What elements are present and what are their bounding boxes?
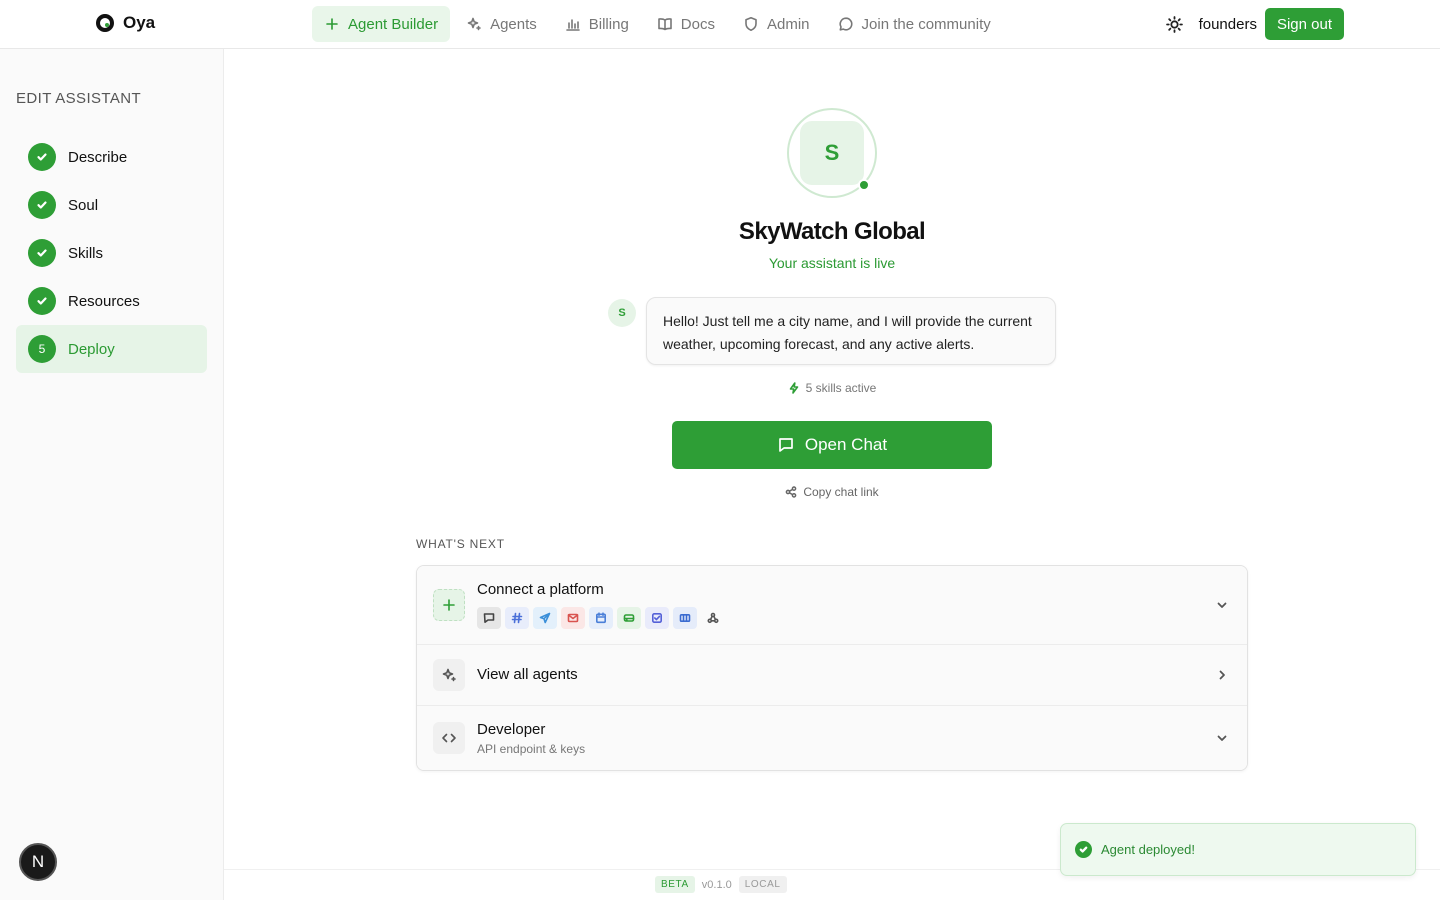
step-soul[interactable]: Soul [16, 181, 207, 229]
theme-toggle-button[interactable] [1159, 8, 1191, 40]
mail-icon[interactable] [561, 607, 585, 629]
chevron-right-icon[interactable] [1215, 668, 1229, 682]
share-icon [785, 486, 797, 498]
shield-icon [745, 17, 757, 31]
toast-notification: Agent deployed! [1060, 823, 1416, 876]
nav-agents[interactable]: Agents [454, 6, 549, 42]
agent-status: Your assistant is live [768, 255, 896, 271]
platform-icons [477, 607, 725, 629]
n-badge-button[interactable]: N [19, 843, 57, 881]
header-actions: founders Sign out [1159, 8, 1344, 40]
plus-icon [433, 589, 465, 621]
sidebar: EDIT ASSISTANT Describe Soul Skills Reso… [0, 49, 224, 900]
nav-label: Admin [766, 15, 810, 33]
connect-platform-row[interactable]: Connect a platform [417, 566, 1247, 645]
plus-icon [326, 18, 338, 30]
version-text: v0.1.0 [701, 878, 732, 891]
row-title: Developer [477, 721, 546, 738]
step-skills[interactable]: Skills [16, 229, 207, 277]
sparkles-icon [433, 659, 465, 691]
username: founders [1198, 15, 1257, 33]
check-circle-icon [1075, 841, 1092, 858]
calendar-icon[interactable] [589, 607, 613, 629]
check-icon [28, 143, 56, 171]
step-label: Describe [68, 148, 128, 166]
checkbox-icon[interactable] [645, 607, 669, 629]
check-icon [28, 191, 56, 219]
footer-badges: BETA v0.1.0 LOCAL [655, 876, 787, 893]
step-label: Skills [68, 244, 104, 262]
hash-icon[interactable] [505, 607, 529, 629]
step-number: 5 [28, 335, 56, 363]
row-title: View all agents [477, 666, 578, 683]
webhook-icon[interactable] [701, 607, 725, 629]
toast-text: Agent deployed! [1101, 842, 1195, 857]
chat-icon [779, 438, 793, 452]
code-icon [433, 722, 465, 754]
book-icon [657, 18, 672, 31]
open-chat-button[interactable]: Open Chat [672, 421, 992, 469]
live-status-dot [858, 179, 870, 191]
step-label: Deploy [68, 340, 115, 358]
check-icon [28, 239, 56, 267]
step-label: Soul [68, 196, 99, 214]
chevron-down-icon[interactable] [1215, 731, 1229, 745]
sidebar-title: EDIT ASSISTANT [16, 90, 142, 107]
drive-icon[interactable] [617, 607, 641, 629]
step-describe[interactable]: Describe [16, 133, 207, 181]
chevron-down-icon[interactable] [1215, 598, 1229, 612]
nav-docs[interactable]: Docs [645, 6, 727, 42]
skills-text: 5 skills active [805, 381, 877, 395]
chat-icon[interactable] [477, 607, 501, 629]
check-icon [28, 287, 56, 315]
nav-label: Join the community [861, 15, 991, 33]
sign-out-button[interactable]: Sign out [1264, 8, 1344, 40]
step-resources[interactable]: Resources [16, 277, 207, 325]
lightning-icon [789, 382, 798, 394]
copy-link-label: Copy chat link [803, 485, 879, 499]
view-all-agents-row[interactable]: View all agents [417, 645, 1247, 706]
nav-admin[interactable]: Admin [731, 6, 822, 42]
copy-chat-link[interactable]: Copy chat link [632, 485, 1032, 499]
sparkles-icon [467, 17, 481, 31]
row-subtitle: API endpoint & keys [477, 742, 586, 756]
open-chat-label: Open Chat [804, 435, 888, 454]
nav-label: Docs [680, 15, 715, 33]
step-list: Describe Soul Skills Resources 5 Deploy [16, 133, 207, 373]
sun-icon [1166, 15, 1183, 33]
top-navbar: Oya Agent Builder Agents Billing Docs Ad… [0, 0, 1440, 49]
send-icon[interactable] [533, 607, 557, 629]
brand[interactable]: Oya [96, 13, 155, 33]
whats-next-card: Connect a platform View all agents Devel… [416, 565, 1248, 771]
beta-badge: BETA [655, 876, 695, 893]
developer-row[interactable]: Developer API endpoint & keys [417, 706, 1247, 770]
nav-agent-builder[interactable]: Agent Builder [312, 6, 451, 42]
nav-label: Agents [490, 15, 537, 33]
ticket-icon[interactable] [673, 607, 697, 629]
step-deploy[interactable]: 5 Deploy [16, 325, 207, 373]
chat-bubble-icon [838, 17, 853, 31]
row-title: Connect a platform [477, 581, 604, 598]
step-label: Resources [68, 292, 140, 310]
agent-name: SkyWatch Global [738, 218, 926, 245]
oya-logo-icon [96, 14, 114, 32]
env-badge: LOCAL [738, 876, 787, 893]
brand-name: Oya [123, 13, 156, 32]
main-nav: Agent Builder Agents Billing Docs Admin … [312, 6, 1003, 42]
greeting-message: Hello! Just tell me a city name, and I w… [646, 297, 1056, 365]
whats-next-title: WHAT'S NEXT [416, 537, 505, 551]
nav-billing[interactable]: Billing [553, 6, 641, 42]
bar-chart-icon [565, 19, 580, 31]
nav-label: Billing [588, 15, 629, 33]
nav-label: Agent Builder [348, 15, 439, 33]
agent-avatar: S [800, 121, 864, 185]
nav-join-community[interactable]: Join the community [826, 6, 1003, 42]
message-avatar: S [608, 299, 636, 327]
skills-active: 5 skills active [632, 381, 1032, 395]
